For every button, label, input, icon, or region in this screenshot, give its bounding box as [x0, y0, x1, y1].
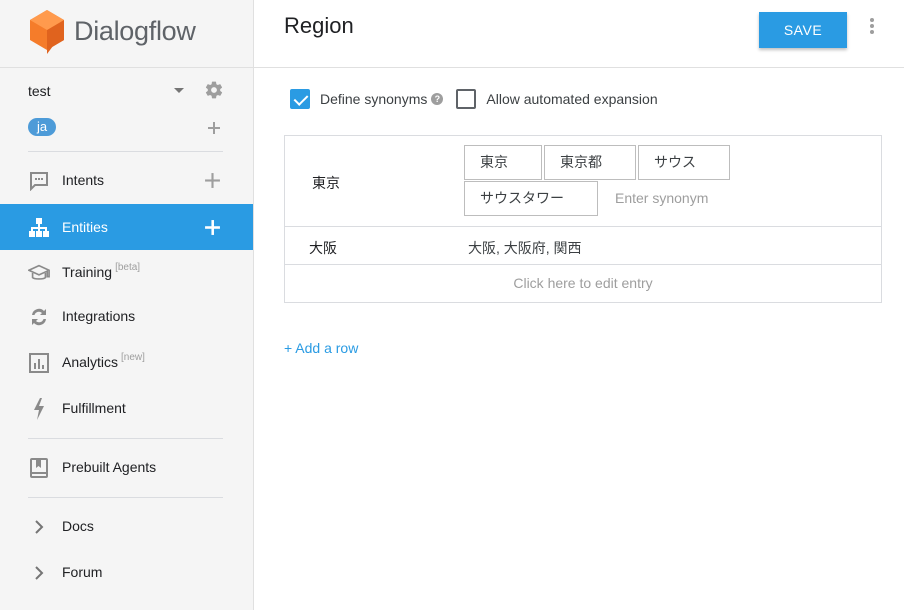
more-options-icon[interactable] — [868, 18, 876, 38]
language-row: ja — [28, 118, 226, 138]
edit-entry-link[interactable]: Click here to edit entry — [285, 275, 881, 291]
sidebar-item-label-text: Analytics — [62, 354, 119, 370]
dialogflow-logo-icon — [30, 10, 64, 54]
sidebar-item-integrations[interactable]: Integrations — [0, 293, 253, 339]
allow-expansion-label: Allow automated expansion — [486, 91, 658, 107]
sidebar-item-entities[interactable]: Entities — [0, 204, 253, 250]
synonym-input[interactable]: Enter synonym — [615, 190, 708, 206]
add-language-icon[interactable] — [206, 120, 222, 136]
synonym-chip[interactable]: 東京都 — [544, 145, 636, 180]
sidebar-item-label-text: Training — [62, 264, 113, 280]
add-entity-icon[interactable] — [204, 219, 221, 236]
allow-expansion-checkbox[interactable] — [456, 89, 477, 109]
entities-hierarchy-icon — [28, 217, 50, 239]
chevron-right-icon — [28, 562, 50, 584]
sidebar-item-label: Intents — [62, 172, 105, 188]
add-row-link[interactable]: + Add a row — [284, 340, 358, 356]
main-content: Region SAVE Define synonyms ? Allow auto… — [254, 0, 904, 610]
page-header: Region SAVE — [254, 0, 904, 68]
sidebar-item-analytics[interactable]: Analytics [new] — [0, 339, 253, 385]
define-synonyms-label: Define synonyms — [320, 91, 428, 107]
sidebar-item-label: Forum — [62, 564, 103, 580]
agent-selector[interactable]: test — [28, 80, 226, 102]
add-intent-icon[interactable] — [204, 172, 221, 189]
divider — [28, 438, 223, 439]
synonym-chip[interactable]: 東京 — [464, 145, 542, 180]
agent-name: test — [28, 83, 51, 99]
intents-chat-icon — [28, 170, 50, 192]
sidebar-item-label: Entities — [62, 219, 108, 235]
divider — [28, 151, 223, 152]
help-icon[interactable]: ? — [431, 93, 444, 105]
chevron-right-icon — [28, 516, 50, 538]
prebuilt-agents-book-icon — [28, 457, 50, 479]
beta-badge: [beta] — [115, 262, 141, 273]
sidebar-item-label: Integrations — [62, 308, 136, 324]
brand-name: Dialogflow — [74, 15, 196, 46]
training-graduation-cap-icon — [28, 262, 50, 284]
entity-options: Define synonyms ? Allow automated expans… — [290, 89, 658, 109]
sidebar-item-label: Docs — [62, 518, 94, 534]
save-button[interactable]: SAVE — [759, 12, 847, 48]
language-chip[interactable]: ja — [28, 118, 57, 136]
sidebar-item-prebuilt-agents[interactable]: Prebuilt Agents — [0, 444, 253, 490]
caret-down-icon[interactable] — [174, 88, 184, 93]
sidebar: Dialogflow test ja Intents Entities Trai… — [0, 0, 254, 610]
sidebar-item-intents[interactable]: Intents — [0, 157, 253, 203]
entity-row[interactable]: 東京 東京 東京都 サウス サウスタワー Enter synonym — [285, 136, 881, 227]
sidebar-item-training[interactable]: Training [beta] — [0, 249, 253, 295]
sidebar-item-fulfillment[interactable]: Fulfillment — [0, 385, 253, 431]
page-title: Region — [284, 13, 354, 38]
dialogflow-logo[interactable]: Dialogflow — [28, 8, 196, 54]
synonyms-text[interactable]: 大阪, 大阪府, 関西 — [468, 238, 582, 258]
define-synonyms-checkbox[interactable] — [290, 89, 310, 109]
sidebar-item-docs[interactable]: Docs — [0, 503, 253, 549]
sidebar-item-forum[interactable]: Forum — [0, 549, 253, 595]
analytics-bar-chart-icon — [28, 352, 50, 374]
synonym-chip[interactable]: サウス — [638, 145, 730, 180]
sidebar-item-label: Training [beta] — [62, 249, 140, 295]
entity-entries-table: 東京 東京 東京都 サウス サウスタワー Enter synonym 大阪 大阪… — [284, 135, 882, 303]
new-badge: [new] — [121, 352, 145, 363]
synonym-chip[interactable]: サウスタワー — [464, 181, 598, 216]
entity-row[interactable]: 大阪 大阪, 大阪府, 関西 — [285, 227, 881, 265]
reference-value[interactable]: 大阪 — [309, 238, 337, 258]
reference-value[interactable]: 東京 — [312, 173, 340, 193]
sidebar-item-label: Prebuilt Agents — [62, 459, 157, 475]
edit-entry-row[interactable]: Click here to edit entry — [285, 265, 881, 302]
divider — [28, 497, 223, 498]
fulfillment-bolt-icon — [28, 398, 50, 420]
integrations-sync-icon — [28, 306, 50, 328]
gear-icon[interactable] — [204, 80, 224, 100]
sidebar-item-label: Fulfillment — [62, 400, 126, 416]
divider — [0, 67, 253, 68]
sidebar-item-label: Analytics [new] — [62, 339, 145, 385]
